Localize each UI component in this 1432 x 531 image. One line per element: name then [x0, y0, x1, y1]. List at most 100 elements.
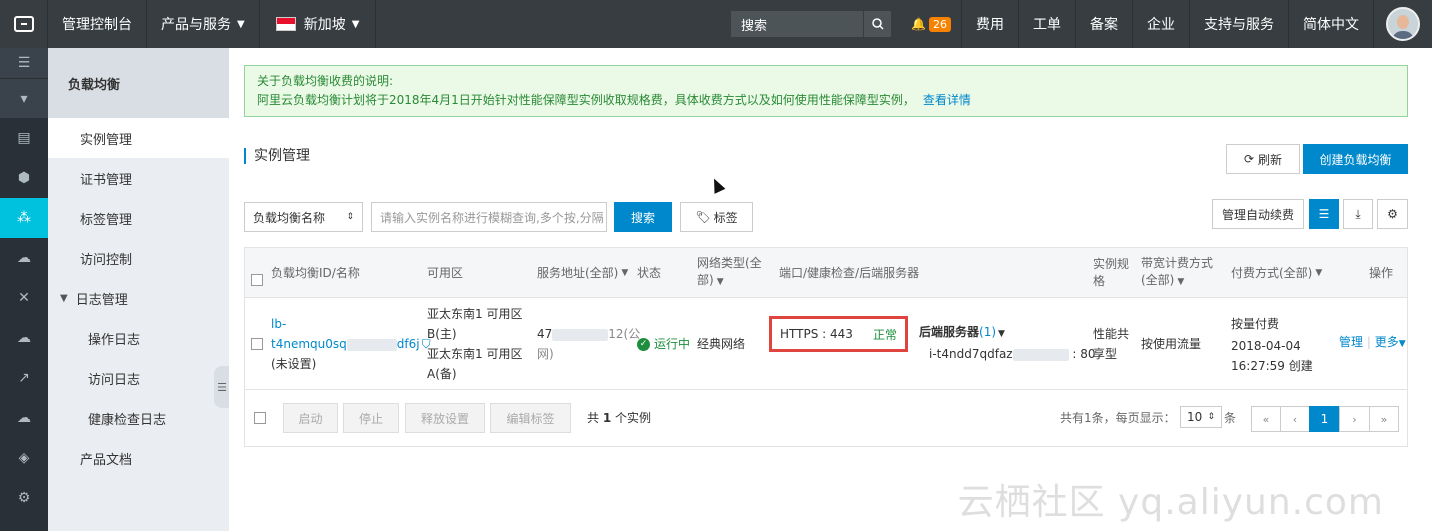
- notifications[interactable]: 🔔 26: [901, 0, 962, 48]
- sidebar-item-docs[interactable]: 产品文档: [48, 438, 229, 478]
- release-settings-button[interactable]: 释放设置: [405, 403, 485, 433]
- refresh-button[interactable]: ⟳ 刷新: [1226, 144, 1300, 174]
- next-page-button[interactable]: ›: [1339, 406, 1370, 432]
- chevron-down-icon: ▼: [621, 267, 629, 278]
- sidebar-item-tags[interactable]: 标签管理: [48, 198, 229, 238]
- sidebar-item-operation-logs[interactable]: 操作日志: [48, 318, 229, 358]
- sidebar-collapse-handle[interactable]: ☰: [214, 366, 230, 408]
- chevron-down-icon: ▼: [1398, 339, 1406, 349]
- instance-id-line1[interactable]: lb-: [271, 314, 431, 334]
- address-part3: 网): [537, 347, 554, 361]
- nav-link-fees[interactable]: 费用: [962, 0, 1019, 48]
- products-menu[interactable]: 产品与服务 ▼: [147, 0, 260, 48]
- backend-toggle[interactable]: 后端服务器(1) ▼: [919, 322, 1096, 344]
- nav-link-support[interactable]: 支持与服务: [1190, 0, 1289, 48]
- sidebar-group-logs[interactable]: ▼ 日志管理: [48, 278, 229, 318]
- first-page-button[interactable]: «: [1251, 406, 1281, 432]
- edit-tags-button[interactable]: 编辑标签: [490, 403, 571, 433]
- instance-id-cell: lb- t4nemqu0sq df6j ⛉ (未设置): [271, 314, 431, 374]
- zone-primary-line1: 亚太东南1 可用区: [427, 307, 523, 321]
- global-search-input[interactable]: 搜索: [731, 11, 864, 37]
- col-spec: 实例规格: [1093, 248, 1129, 298]
- cluster-icon[interactable]: ⬢: [0, 158, 48, 198]
- sidebar-item-instances[interactable]: 实例管理: [48, 118, 229, 158]
- menu-icon[interactable]: ☰: [0, 48, 48, 78]
- col-payment-label: 付费方式(全部): [1231, 265, 1313, 280]
- payment-cell: 按量付费 2018-04-04 16:27:59 创建: [1231, 314, 1313, 376]
- instance-id-line2[interactable]: t4nemqu0sq df6j ⛉: [271, 334, 431, 354]
- manage-link[interactable]: 管理: [1339, 335, 1363, 349]
- col-bandwidth-line1: 带宽计费方式: [1141, 256, 1214, 270]
- search-icon[interactable]: [863, 11, 892, 37]
- server-icon[interactable]: ▤: [0, 118, 48, 158]
- more-menu[interactable]: 更多▼: [1375, 335, 1406, 349]
- console-link[interactable]: 管理控制台: [48, 0, 147, 48]
- sidebar-item-certificates[interactable]: 证书管理: [48, 158, 229, 198]
- sidebar-group-label: 日志管理: [75, 292, 128, 308]
- start-button[interactable]: 启动: [283, 403, 338, 433]
- col-address-label: 服务地址(全部): [537, 265, 619, 280]
- instance-name: (未设置): [271, 357, 317, 371]
- sidebar-title: 负载均衡: [48, 48, 229, 118]
- network-icon[interactable]: ✕: [0, 278, 48, 318]
- nav-link-icp[interactable]: 备案: [1076, 0, 1133, 48]
- language-selector[interactable]: 简体中文: [1289, 0, 1374, 48]
- col-spec-line1: 实例规: [1093, 257, 1130, 271]
- listener-port: HTTPS : 443: [780, 327, 853, 341]
- list-view-icon[interactable]: ☰: [1309, 199, 1339, 229]
- col-network-line2: 部): [697, 273, 714, 287]
- zone-primary-line2: B(主): [427, 327, 457, 341]
- nav-link-tickets[interactable]: 工单: [1019, 0, 1076, 48]
- page-1-button[interactable]: 1: [1309, 406, 1340, 432]
- cloud-icon[interactable]: ☁: [0, 398, 48, 438]
- cloud-storage-icon[interactable]: ☁: [0, 318, 48, 358]
- icon-rail: ☰ ▾ ▤ ⬢ ⁂ ☁ ✕ ☁ ↗ ☁ ◈ ⚙: [0, 48, 48, 531]
- sidebar-item-health-logs[interactable]: 健康检查日志: [48, 398, 229, 438]
- collapse-icon: ☰: [217, 380, 227, 394]
- sidebar-item-access-logs[interactable]: 访问日志: [48, 358, 229, 398]
- logo-icon: [13, 16, 34, 32]
- cloud-upload-icon[interactable]: ☁: [0, 238, 48, 278]
- footer-select-all-checkbox[interactable]: [254, 412, 266, 424]
- download-icon[interactable]: ⤓: [1343, 199, 1373, 229]
- chevron-down-icon: ▼: [351, 18, 360, 30]
- chart-icon[interactable]: ↗: [0, 358, 48, 398]
- aliyun-logo[interactable]: [0, 0, 48, 48]
- filter-field-value: 负载均衡名称: [253, 210, 326, 225]
- settings-icon[interactable]: ⚙: [0, 478, 48, 518]
- col-zone: 可用区: [427, 265, 464, 280]
- chevron-down-icon[interactable]: ▾: [0, 78, 48, 118]
- notice-text: 阿里云负载均衡计划将于2018年4月1日开始针对性能保障型实例收取规格费，具体收…: [257, 93, 915, 107]
- tag-filter-button[interactable]: 🏷 标签: [680, 202, 753, 232]
- action-divider: |: [1366, 335, 1371, 349]
- table-footer: 启动 停止 释放设置 编辑标签 共 1 个实例 共有1条，每页显示： 10 ⇕ 条…: [245, 390, 1407, 446]
- notice-details-link[interactable]: 查看详情: [923, 93, 971, 107]
- create-lb-button[interactable]: 创建负载均衡: [1303, 144, 1408, 174]
- user-avatar[interactable]: [1386, 7, 1420, 41]
- col-payment[interactable]: 付费方式(全部) ▼: [1231, 248, 1322, 298]
- layers-icon[interactable]: ◈: [0, 438, 48, 478]
- instance-search-input[interactable]: 请输入实例名称进行模糊查询,多个按,分隔: [371, 202, 607, 232]
- nav-link-enterprise[interactable]: 企业: [1133, 0, 1190, 48]
- sidebar-item-access-control[interactable]: 访问控制: [48, 238, 229, 278]
- col-network[interactable]: 网络类型(全 部) ▼: [697, 248, 762, 298]
- gear-icon[interactable]: ⚙: [1377, 199, 1408, 229]
- stop-button[interactable]: 停止: [343, 403, 399, 433]
- address-cell: 47 12(公 网): [537, 324, 640, 364]
- select-all-checkbox[interactable]: [251, 274, 263, 286]
- last-page-button[interactable]: »: [1369, 406, 1399, 432]
- auto-renew-button[interactable]: 管理自动续费: [1212, 199, 1304, 229]
- page-size-select[interactable]: 10 ⇕: [1180, 406, 1222, 428]
- filter-field-select[interactable]: 负载均衡名称 ⇕: [244, 202, 363, 232]
- col-address[interactable]: 服务地址(全部) ▼: [537, 248, 628, 298]
- check-circle-icon: ✓: [637, 337, 650, 351]
- row-checkbox[interactable]: [251, 338, 263, 350]
- prev-page-button[interactable]: ‹: [1280, 406, 1310, 432]
- region-selector[interactable]: 新加坡 ▼: [260, 0, 377, 48]
- tag-filter-label: 标签: [713, 210, 738, 225]
- main-content: 关于负载均衡收费的说明: 阿里云负载均衡计划将于2018年4月1日开始针对性能保…: [229, 48, 1432, 531]
- listener-highlight[interactable]: HTTPS : 443 正常: [769, 316, 908, 352]
- load-balancer-icon[interactable]: ⁂: [0, 198, 48, 238]
- col-bandwidth[interactable]: 带宽计费方式 (全部) ▼: [1141, 248, 1213, 298]
- search-button[interactable]: 搜索: [614, 202, 672, 232]
